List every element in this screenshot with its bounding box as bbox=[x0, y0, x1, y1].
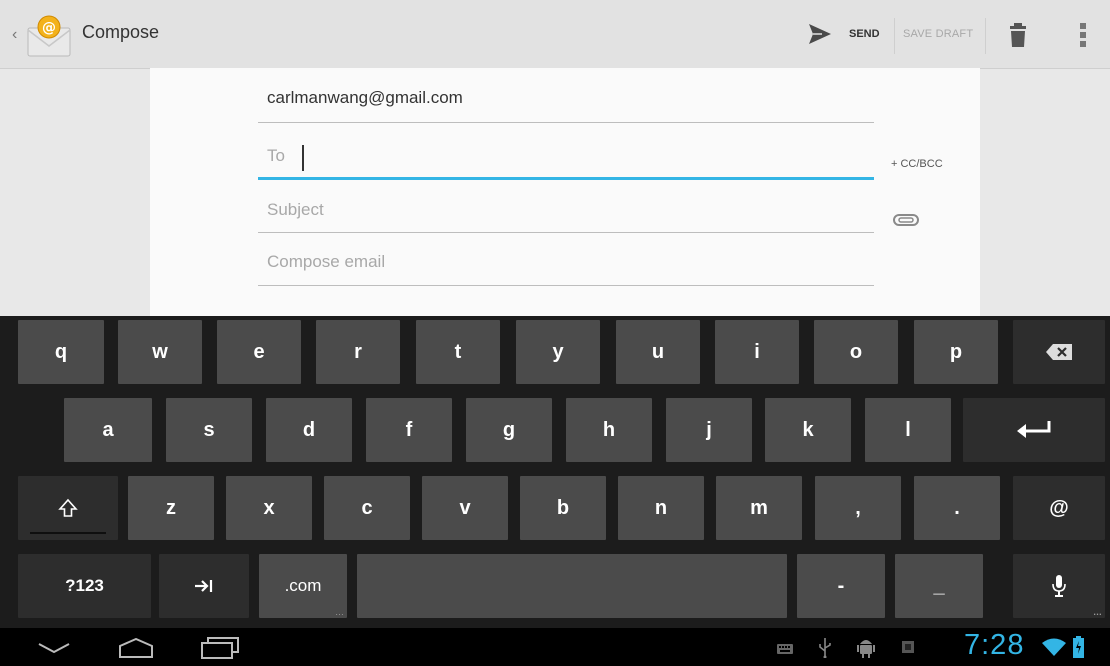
symbols-key[interactable]: ?123 bbox=[18, 554, 151, 618]
to-field[interactable]: To bbox=[267, 146, 285, 166]
long-press-hint: … bbox=[335, 607, 344, 617]
key-d[interactable]: d bbox=[266, 398, 352, 462]
save-draft-button[interactable]: SAVE DRAFT bbox=[903, 28, 973, 40]
mic-key[interactable]: … bbox=[1013, 554, 1105, 618]
key-i[interactable]: i bbox=[715, 320, 799, 384]
backspace-icon bbox=[1046, 344, 1072, 360]
body-underline bbox=[258, 285, 874, 286]
trash-icon[interactable] bbox=[1009, 22, 1027, 48]
key-dash[interactable]: - bbox=[797, 554, 885, 618]
email-app-icon[interactable]: @ bbox=[26, 14, 72, 58]
shift-key[interactable] bbox=[18, 476, 118, 540]
usb-icon bbox=[819, 638, 831, 658]
send-button[interactable]: SEND bbox=[849, 28, 880, 40]
key-period[interactable]: . bbox=[914, 476, 1000, 540]
hide-keyboard-icon[interactable] bbox=[37, 641, 71, 655]
space-key[interactable] bbox=[357, 554, 787, 618]
key-h[interactable]: h bbox=[566, 398, 652, 462]
enter-icon bbox=[1017, 421, 1051, 438]
subject-field[interactable]: Subject bbox=[267, 200, 324, 220]
divider bbox=[985, 18, 986, 54]
cc-bcc-button[interactable]: + CC/BCC bbox=[891, 158, 943, 170]
key-c[interactable]: c bbox=[324, 476, 410, 540]
system-bar bbox=[0, 628, 1110, 666]
dotcom-key[interactable]: .com … bbox=[259, 554, 347, 618]
key-z[interactable]: z bbox=[128, 476, 214, 540]
key-r[interactable]: r bbox=[316, 320, 400, 384]
key-o[interactable]: o bbox=[814, 320, 898, 384]
paperclip-icon[interactable] bbox=[893, 214, 919, 226]
android-debug-icon bbox=[857, 640, 875, 658]
key-f[interactable]: f bbox=[366, 398, 452, 462]
key-v[interactable]: v bbox=[422, 476, 508, 540]
tab-key[interactable] bbox=[159, 554, 249, 618]
key-k[interactable]: k bbox=[765, 398, 851, 462]
long-press-hint: … bbox=[1093, 607, 1102, 617]
tab-icon bbox=[195, 580, 213, 592]
key-e[interactable]: e bbox=[217, 320, 301, 384]
notification-icon bbox=[902, 641, 914, 653]
page-title: Compose bbox=[82, 22, 160, 42]
key-u[interactable]: u bbox=[616, 320, 700, 384]
send-icon[interactable] bbox=[808, 22, 832, 46]
wifi-icon bbox=[1042, 638, 1066, 656]
enter-key[interactable] bbox=[963, 398, 1105, 462]
key-underscore[interactable]: _ bbox=[895, 554, 983, 618]
key-q[interactable]: q bbox=[18, 320, 104, 384]
backspace-key[interactable] bbox=[1013, 320, 1105, 384]
to-underline bbox=[258, 177, 874, 180]
key-s[interactable]: s bbox=[166, 398, 252, 462]
key-l[interactable]: l bbox=[865, 398, 951, 462]
text-cursor bbox=[302, 145, 304, 171]
action-bar: ‹ @ Compose SEND SAVE DRAFT bbox=[0, 0, 1110, 69]
clock: 7:28 bbox=[964, 629, 1025, 661]
subject-underline bbox=[258, 232, 874, 233]
battery-charging-icon bbox=[1073, 636, 1084, 658]
key-p[interactable]: p bbox=[914, 320, 998, 384]
svg-text:@: @ bbox=[42, 20, 56, 36]
from-underline bbox=[258, 122, 874, 123]
overflow-menu-icon[interactable] bbox=[1080, 22, 1086, 48]
key-n[interactable]: n bbox=[618, 476, 704, 540]
key-j[interactable]: j bbox=[666, 398, 752, 462]
up-caret-icon[interactable]: ‹ bbox=[12, 26, 17, 44]
shift-indicator bbox=[30, 532, 106, 534]
recent-apps-icon[interactable] bbox=[201, 637, 239, 659]
key-a[interactable]: a bbox=[64, 398, 152, 462]
home-icon[interactable] bbox=[118, 638, 154, 658]
shift-icon bbox=[58, 498, 78, 517]
from-account[interactable]: carlmanwang@gmail.com bbox=[267, 88, 463, 108]
key-g[interactable]: g bbox=[466, 398, 552, 462]
key-t[interactable]: t bbox=[416, 320, 500, 384]
key-m[interactable]: m bbox=[716, 476, 802, 540]
keyboard-notification-icon bbox=[777, 644, 793, 654]
key-b[interactable]: b bbox=[520, 476, 606, 540]
key-y[interactable]: y bbox=[516, 320, 600, 384]
microphone-icon bbox=[1052, 575, 1066, 597]
key-w[interactable]: w bbox=[118, 320, 202, 384]
key-x[interactable]: x bbox=[226, 476, 312, 540]
key-comma[interactable]: , bbox=[815, 476, 901, 540]
key-at[interactable]: @ bbox=[1013, 476, 1105, 540]
divider bbox=[894, 18, 895, 54]
compose-body-field[interactable]: Compose email bbox=[267, 252, 385, 272]
dotcom-key-label: .com bbox=[284, 576, 322, 595]
